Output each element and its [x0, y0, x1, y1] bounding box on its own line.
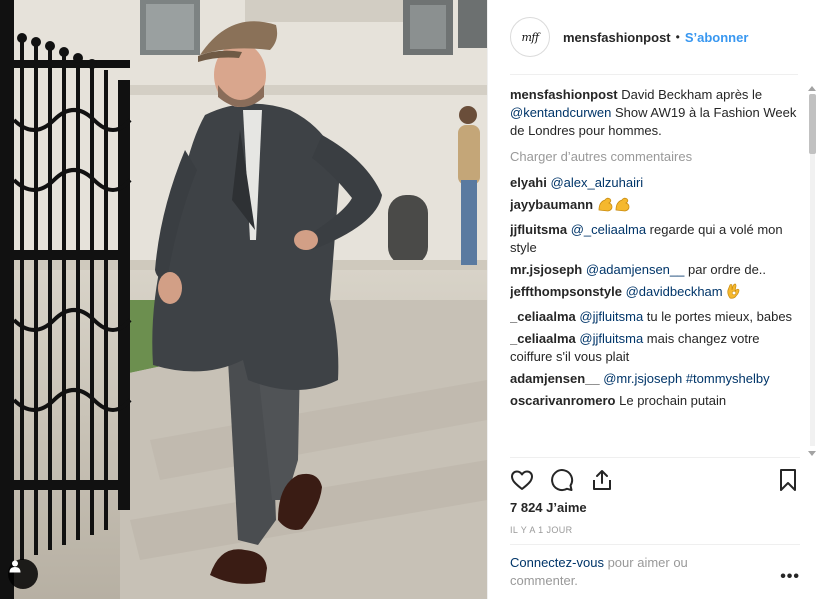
list-item: jeffthompsonstyle @davidbeckham — [510, 283, 800, 304]
comment-hashtag[interactable]: #tommyshelby — [686, 371, 770, 386]
comment-button[interactable] — [550, 468, 574, 492]
post-timestamp[interactable]: IL Y A 1 JOUR — [510, 525, 573, 535]
comment-mention[interactable]: @jjfluitsma — [579, 309, 643, 324]
caption-mention[interactable]: @kentandcurwen — [510, 105, 611, 120]
avatar[interactable]: mff — [510, 17, 550, 57]
caption: mensfashionpost David Beckham après le @… — [510, 86, 800, 140]
comment-username[interactable]: _celiaalma — [510, 331, 576, 346]
post-actions-bar — [510, 457, 800, 501]
comment-username[interactable]: mr.jsjoseph — [510, 262, 582, 277]
bookmark-icon — [780, 468, 796, 491]
login-prompt: Connectez-vous pour aimer ou commenter. … — [510, 544, 800, 599]
comment-username[interactable]: elyahi — [510, 175, 547, 190]
list-item: _celiaalma @jjfluitsma tu le portes mieu… — [510, 308, 800, 326]
like-button[interactable] — [510, 468, 534, 492]
comment-text: tu le portes mieux, babes — [646, 309, 793, 324]
speech-bubble-icon — [551, 468, 574, 491]
post-side-panel: mff mensfashionpost • S’abonner mensfash… — [487, 0, 821, 599]
list-item: jjfluitsma @_celiaalma regarde qui a vol… — [510, 221, 800, 257]
comment-text: par ordre de.. — [687, 262, 767, 277]
list-item: oscarivanromero Le prochain putain — [510, 392, 800, 410]
comment-mention[interactable]: @mr.jsjoseph — [603, 371, 682, 386]
comment-username[interactable]: jeffthompsonstyle — [510, 284, 622, 299]
post-header: mff mensfashionpost • S’abonner — [510, 0, 798, 75]
login-link[interactable]: Connectez-vous — [510, 555, 604, 570]
comment-username[interactable]: adamjensen__ — [510, 371, 600, 386]
list-item: mr.jsjoseph @adamjensen__ par ordre de.. — [510, 261, 800, 279]
flexed-biceps-emoji-icon — [597, 196, 631, 217]
login-prompt-text: Connectez-vous pour aimer ou commenter. — [510, 554, 740, 590]
comments-scrollbar[interactable] — [806, 86, 818, 456]
list-item: elyahi @alex_alzuhairi — [510, 174, 800, 192]
comment-text: Le prochain putain — [619, 393, 727, 408]
list-item: jayybaumann — [510, 196, 800, 217]
share-upload-icon — [593, 469, 611, 490]
heart-icon — [511, 470, 533, 490]
comment-username[interactable]: _celiaalma — [510, 309, 576, 324]
comment-mention[interactable]: @davidbeckham — [626, 284, 723, 299]
comment-mention[interactable]: @jjfluitsma — [579, 331, 643, 346]
comment-username[interactable]: jjfluitsma — [510, 222, 567, 237]
likes-count[interactable]: 7 824 J’aime — [510, 500, 587, 515]
share-button[interactable] — [590, 468, 614, 492]
photo-scene — [0, 0, 487, 599]
save-button[interactable] — [776, 468, 800, 492]
post-photo[interactable] — [0, 0, 487, 599]
scroll-up-arrow-icon[interactable] — [808, 86, 816, 91]
list-item: adamjensen__ @mr.jsjoseph #tommyshelby — [510, 370, 800, 388]
ok-hand-emoji-icon — [726, 283, 740, 304]
comments-list[interactable]: mensfashionpost David Beckham après le @… — [510, 86, 800, 456]
person-icon — [9, 560, 21, 573]
user-tag-button[interactable] — [8, 559, 38, 589]
comment-mention[interactable]: @adamjensen__ — [586, 262, 684, 277]
scroll-down-arrow-icon[interactable] — [808, 451, 816, 456]
more-options-icon[interactable]: ••• — [780, 568, 800, 586]
avatar-logo-text: mff — [521, 30, 539, 44]
comment-username[interactable]: oscarivanromero — [510, 393, 616, 408]
comment-mention[interactable]: @_celiaalma — [571, 222, 646, 237]
caption-text-before: David Beckham après le — [621, 87, 763, 102]
follow-button[interactable]: S’abonner — [685, 30, 749, 45]
scrollbar-thumb[interactable] — [809, 94, 816, 154]
comment-mention[interactable]: @alex_alzuhairi — [550, 175, 643, 190]
header-separator: • — [675, 30, 680, 44]
list-item: _celiaalma @jjfluitsma mais changez votr… — [510, 330, 800, 366]
header-username[interactable]: mensfashionpost — [563, 30, 671, 45]
caption-username[interactable]: mensfashionpost — [510, 87, 618, 102]
comment-username[interactable]: jayybaumann — [510, 197, 593, 212]
load-more-comments-button[interactable]: Charger d’autres commentaires — [510, 148, 800, 166]
